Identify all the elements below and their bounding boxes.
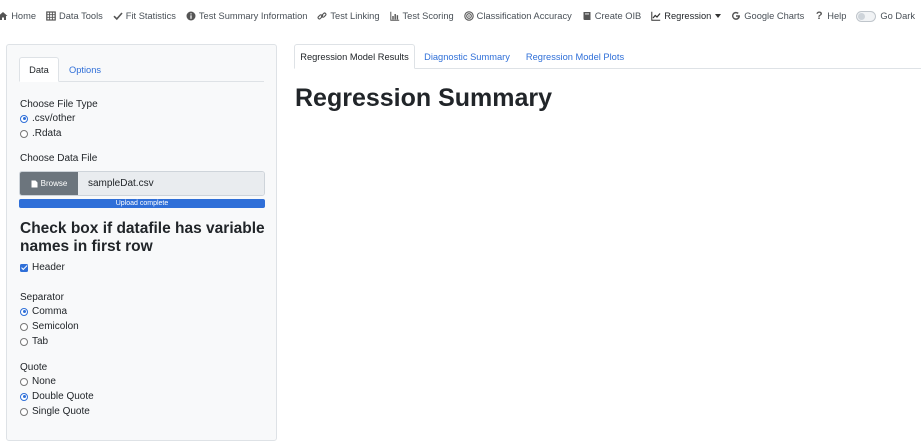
question-icon: ? (815, 10, 823, 22)
radio-button[interactable] (20, 322, 28, 331)
radio-double-quote[interactable]: Double Quote (20, 391, 94, 402)
nav-help[interactable]: ? Help (814, 10, 847, 22)
radio-rdata[interactable]: .Rdata (20, 128, 61, 139)
checkbox[interactable] (20, 263, 28, 272)
radio-button[interactable] (20, 407, 28, 416)
file-input[interactable]: Browse sampleDat.csv (19, 171, 265, 196)
nav-fit-statistics[interactable]: Fit Statistics (113, 11, 176, 21)
tab-options[interactable]: Options (59, 57, 111, 82)
nav-create-oib[interactable]: Create OIB (582, 11, 641, 21)
tab-regression-model-plots[interactable]: Regression Model Plots (519, 44, 631, 69)
nav-data-tools[interactable]: Data Tools (46, 11, 103, 21)
bullseye-icon (463, 11, 474, 21)
tab-regression-model-results[interactable]: Regression Model Results (294, 44, 415, 69)
bar-chart-icon (389, 11, 400, 21)
radio-button[interactable] (20, 129, 28, 138)
nav-classification-accuracy[interactable]: Classification Accuracy (463, 11, 572, 21)
radio-semicolon[interactable]: Semicolon (20, 321, 79, 332)
main-tabs: Regression Model Results Diagnostic Summ… (294, 44, 921, 69)
header-heading: Check box if datafile has variable names… (20, 220, 265, 255)
separator-label: Separator (20, 292, 64, 303)
book-icon (582, 11, 592, 21)
radio-none[interactable]: None (20, 376, 56, 387)
chevron-down-icon (715, 14, 722, 18)
radio-button[interactable] (20, 307, 28, 316)
radio-csv[interactable]: .csv/other (20, 113, 75, 124)
go-dark-toggle[interactable]: Go Dark (856, 10, 915, 22)
table-icon (46, 11, 56, 21)
nav-regression-dropdown[interactable]: Regression (651, 11, 722, 21)
data-file-label: Choose Data File (20, 153, 98, 164)
nav-home[interactable]: Home (0, 11, 36, 21)
radio-button[interactable] (20, 392, 28, 401)
google-icon (731, 11, 741, 21)
nav-test-scoring[interactable]: Test Scoring (389, 11, 454, 21)
radio-button[interactable] (20, 337, 28, 346)
tab-data[interactable]: Data (19, 57, 59, 82)
tab-diagnostic-summary[interactable]: Diagnostic Summary (415, 44, 519, 69)
sidebar-panel: Data Options Choose File Type .csv/other… (6, 44, 277, 441)
nav-test-linking[interactable]: Test Linking (317, 11, 380, 21)
radio-tab[interactable]: Tab (20, 336, 48, 347)
dark-mode-switch[interactable] (856, 10, 877, 22)
info-circle-icon (186, 11, 196, 21)
home-icon (0, 11, 8, 21)
file-icon (31, 180, 38, 188)
check-icon (113, 11, 123, 21)
switch-knob (858, 12, 866, 20)
line-chart-icon (651, 11, 661, 21)
link-icon (317, 11, 327, 21)
upload-progress-bar: Upload complete (19, 199, 265, 208)
nav-test-summary[interactable]: Test Summary Information (186, 11, 307, 21)
top-navbar: Home Data Tools Fit Statistics Test Summ… (0, 0, 921, 32)
sidebar-tabs: Data Options (19, 57, 264, 82)
radio-button[interactable] (20, 377, 28, 386)
radio-comma[interactable]: Comma (20, 306, 67, 317)
radio-single-quote[interactable]: Single Quote (20, 406, 90, 417)
nav-google-charts[interactable]: Google Charts (731, 11, 804, 21)
file-name-field[interactable]: sampleDat.csv (78, 172, 264, 195)
radio-button[interactable] (20, 114, 28, 123)
quote-label: Quote (20, 362, 48, 373)
browse-button[interactable]: Browse (20, 172, 78, 195)
page-title: Regression Summary (295, 84, 553, 112)
file-type-label: Choose File Type (20, 99, 98, 110)
header-checkbox[interactable]: Header (20, 262, 65, 273)
